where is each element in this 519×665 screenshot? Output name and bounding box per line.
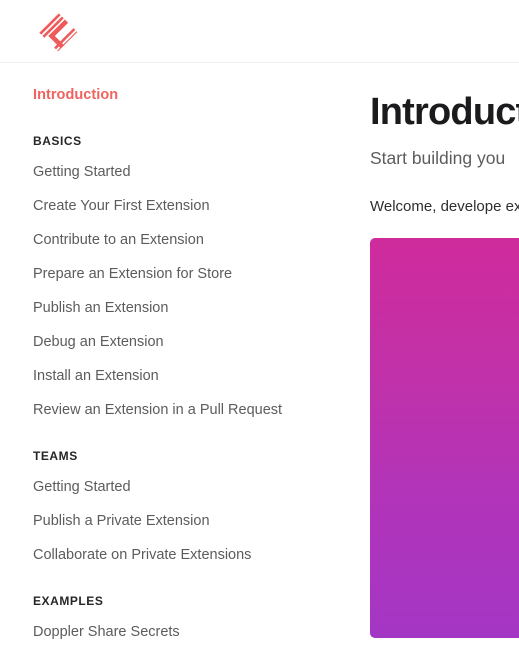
sidebar-group-examples: EXAMPLES Doppler Share Secrets: [0, 593, 345, 642]
documentation-page: Introduction BASICS Getting Started Crea…: [0, 0, 519, 665]
sidebar-item-introduction[interactable]: Introduction: [0, 85, 345, 105]
sidebar-item-getting-started[interactable]: Getting Started: [0, 162, 345, 182]
main-content: Introduction Start building you Welcome,…: [345, 63, 519, 665]
sidebar-section-basics: BASICS: [33, 134, 82, 148]
sidebar-group-basics: BASICS Getting Started Create Your First…: [0, 133, 345, 420]
diamond-logo-icon[interactable]: [38, 12, 78, 52]
site-header: [0, 0, 519, 63]
sidebar-section-examples: EXAMPLES: [33, 594, 104, 608]
sidebar-item-publish-a-private-extension[interactable]: Publish a Private Extension: [0, 511, 345, 531]
sidebar-item-create-your-first-extension[interactable]: Create Your First Extension: [0, 196, 345, 216]
sidebar-item-debug-an-extension[interactable]: Debug an Extension: [0, 332, 345, 352]
sidebar-item-contribute-to-an-extension[interactable]: Contribute to an Extension: [0, 230, 345, 250]
intro-paragraph: Welcome, develope extensions and shar: [370, 198, 519, 215]
sidebar-item-review-an-extension-in-a-pull-request[interactable]: Review an Extension in a Pull Request: [0, 400, 345, 420]
sidebar-navigation: Introduction BASICS Getting Started Crea…: [0, 63, 345, 665]
sidebar-item-prepare-an-extension-for-store[interactable]: Prepare an Extension for Store: [0, 264, 345, 284]
hero-gradient-image: [370, 238, 519, 638]
sidebar-item-publish-an-extension[interactable]: Publish an Extension: [0, 298, 345, 318]
sidebar-item-doppler-share-secrets[interactable]: Doppler Share Secrets: [0, 622, 345, 642]
sidebar-item-teams-getting-started[interactable]: Getting Started: [0, 477, 345, 497]
page-subtitle: Start building you: [370, 148, 506, 168]
sidebar-group-teams: TEAMS Getting Started Publish a Private …: [0, 448, 345, 565]
sidebar-section-teams: TEAMS: [33, 449, 78, 463]
sidebar-item-install-an-extension[interactable]: Install an Extension: [0, 366, 345, 386]
sidebar-item-collaborate-on-private-extensions[interactable]: Collaborate on Private Extensions: [0, 545, 345, 565]
page-title: Introduction: [370, 91, 519, 133]
